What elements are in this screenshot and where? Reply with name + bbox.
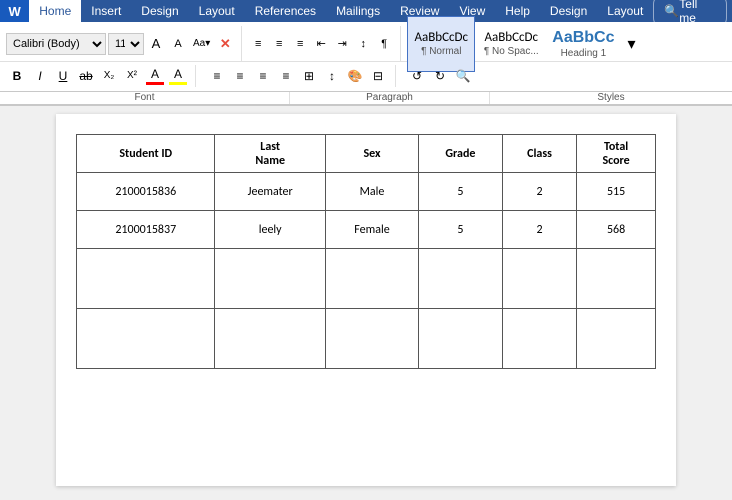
bullets-button[interactable]: ≡ [248, 33, 268, 55]
font-color-button[interactable]: A [144, 65, 166, 87]
increase-indent-button[interactable]: ⇥ [332, 33, 352, 55]
cell-last-name-empty2 [215, 309, 325, 369]
cell-class: 2 [502, 211, 576, 249]
style-normal-label: ¶ Normal [421, 46, 461, 57]
find-button[interactable]: 🔍 [452, 65, 474, 87]
tab-home[interactable]: Home [29, 0, 81, 22]
cell-grade-empty2 [419, 309, 503, 369]
style-no-space-label: ¶ No Spac... [484, 46, 539, 57]
cell-total-score: 515 [577, 173, 656, 211]
col-last-name: LastName [215, 135, 325, 173]
col-total-score: TotalScore [577, 135, 656, 173]
col-grade: Grade [419, 135, 503, 173]
highlight-color-button[interactable]: A [167, 65, 189, 87]
tell-me-box[interactable]: 🔍 Tell me [653, 0, 727, 28]
redo-button[interactable]: ↻ [429, 65, 451, 87]
change-case-button[interactable]: Aa▾ [190, 33, 213, 55]
cell-score-empty [577, 249, 656, 309]
multilevel-button[interactable]: ≡ [290, 33, 310, 55]
style-normal-preview: AaBbCcDc [414, 30, 468, 46]
col-sex: Sex [325, 135, 418, 173]
cell-total-score: 568 [577, 211, 656, 249]
line-spacing-button[interactable]: ↕ [321, 65, 343, 87]
table-row: 2100015837 leely Female 5 2 568 [77, 211, 656, 249]
borders-button[interactable]: ⊟ [367, 65, 389, 87]
col-class: Class [502, 135, 576, 173]
font-size-select[interactable]: 11 [108, 33, 144, 55]
cell-student-id-empty [77, 249, 215, 309]
font-color-bar [146, 82, 164, 85]
tab-layout[interactable]: Layout [189, 0, 245, 22]
cell-sex: Female [325, 211, 418, 249]
cell-sex-empty2 [325, 309, 418, 369]
justify-button[interactable]: ≡ [275, 65, 297, 87]
menu-bar: W Home Insert Design Layout References M… [0, 0, 732, 22]
cell-last-name-empty [215, 249, 325, 309]
align-center-button[interactable]: ≡ [229, 65, 251, 87]
table-row [77, 309, 656, 369]
cell-last-name: leely [215, 211, 325, 249]
document-page[interactable]: Student ID LastName Sex Grade Class Tota… [56, 114, 676, 486]
styles-section-label: Styles [490, 92, 732, 104]
tab-design[interactable]: Design [131, 0, 188, 22]
cell-class-empty2 [502, 309, 576, 369]
font-family-select[interactable]: Calibri (Body) [6, 33, 106, 55]
table-row [77, 249, 656, 309]
cell-class: 2 [502, 173, 576, 211]
table-header-row: Student ID LastName Sex Grade Class Tota… [77, 135, 656, 173]
style-heading1-label: Heading 1 [561, 48, 607, 59]
data-table: Student ID LastName Sex Grade Class Tota… [76, 134, 656, 369]
show-paragraph-button[interactable]: ¶ [374, 33, 394, 55]
cell-class-empty [502, 249, 576, 309]
col-student-id: Student ID [77, 135, 215, 173]
increase-font-button[interactable]: A [146, 33, 166, 55]
align-right-button[interactable]: ≡ [252, 65, 274, 87]
tab-references[interactable]: References [245, 0, 326, 22]
cell-grade-empty [419, 249, 503, 309]
cell-sex-empty [325, 249, 418, 309]
style-no-space[interactable]: AaBbCcDc ¶ No Spac... [477, 16, 545, 72]
highlight-color-bar [169, 82, 187, 85]
align-left-button[interactable]: ≡ [206, 65, 228, 87]
shading-button[interactable]: 🎨 [344, 65, 366, 87]
tell-me-label: Tell me [679, 0, 716, 25]
bold-button[interactable]: B [6, 65, 28, 87]
italic-button[interactable]: I [29, 65, 51, 87]
cell-last-name: Jeemater [215, 173, 325, 211]
search-icon: 🔍 [664, 4, 679, 18]
columns-button[interactable]: ⊞ [298, 65, 320, 87]
cell-score-empty2 [577, 309, 656, 369]
decrease-indent-button[interactable]: ⇤ [311, 33, 331, 55]
style-heading1-preview: AaBbCc [552, 28, 614, 47]
superscript-button[interactable]: X² [121, 65, 143, 87]
cell-sex: Male [325, 173, 418, 211]
clear-formatting-button[interactable]: ✕ [215, 33, 235, 55]
word-icon: W [0, 0, 29, 22]
cell-grade: 5 [419, 211, 503, 249]
cell-student-id: 2100015837 [77, 211, 215, 249]
style-no-space-preview: AaBbCcDc [484, 30, 538, 46]
strikethrough-button[interactable]: ab [75, 65, 97, 87]
cell-student-id-empty2 [77, 309, 215, 369]
style-normal[interactable]: AaBbCcDc ¶ Normal [407, 16, 475, 72]
numbering-button[interactable]: ≡ [269, 33, 289, 55]
cell-grade: 5 [419, 173, 503, 211]
table-row: 2100015836 Jeemater Male 5 2 515 [77, 173, 656, 211]
cell-student-id: 2100015836 [77, 173, 215, 211]
style-heading1[interactable]: AaBbCc Heading 1 [547, 16, 619, 72]
tab-insert[interactable]: Insert [81, 0, 131, 22]
decrease-font-button[interactable]: A [168, 33, 188, 55]
undo-button[interactable]: ↺ [406, 65, 428, 87]
sort-button[interactable]: ↕ [353, 33, 373, 55]
font-section-label: Font [0, 92, 290, 104]
underline-button[interactable]: U [52, 65, 74, 87]
tab-mailings[interactable]: Mailings [326, 0, 390, 22]
paragraph-section-label: Paragraph [290, 92, 490, 104]
subscript-button[interactable]: X₂ [98, 65, 120, 87]
document-area: Student ID LastName Sex Grade Class Tota… [0, 106, 732, 494]
more-styles-button[interactable]: ▾ [622, 33, 642, 55]
